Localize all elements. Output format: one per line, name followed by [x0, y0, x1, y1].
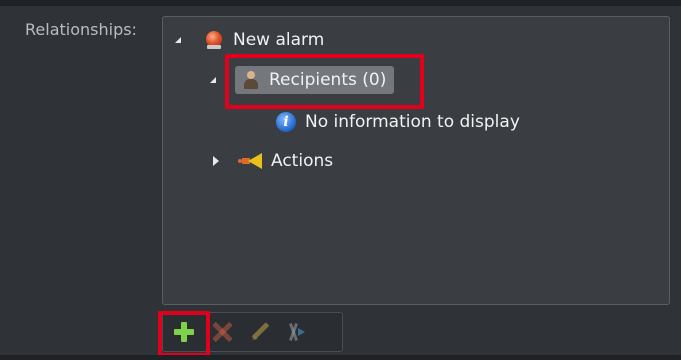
- relationships-label: Relationships:: [25, 20, 137, 39]
- tree-empty-message: i No information to display: [276, 108, 520, 136]
- tree-node-actions[interactable]: Actions: [213, 147, 333, 175]
- empty-message-label: No information to display: [305, 112, 520, 132]
- relationships-view: Relationships: New alarm Recipients (0) …: [0, 0, 681, 360]
- top-edge: [0, 0, 681, 6]
- bottom-edge: [0, 355, 681, 360]
- info-icon: i: [276, 112, 296, 132]
- delete-icon: [211, 321, 233, 343]
- add-button-highlight-frame: [158, 311, 210, 357]
- recipients-highlight-frame: [225, 54, 424, 109]
- tree-node-label: New alarm: [233, 30, 325, 50]
- tree-node-label: Actions: [271, 151, 334, 171]
- delete-button[interactable]: [205, 315, 239, 349]
- expand-triangle-icon[interactable]: [175, 37, 181, 43]
- actions-icon: [238, 151, 266, 171]
- edit-button[interactable]: [243, 315, 277, 349]
- unlink-icon: [286, 321, 310, 343]
- pencil-icon: [249, 321, 271, 343]
- tree-node-new-alarm[interactable]: New alarm: [175, 26, 324, 54]
- unlink-button[interactable]: [281, 315, 315, 349]
- alarm-icon: [204, 30, 224, 50]
- expand-triangle-icon[interactable]: [210, 77, 216, 83]
- collapse-triangle-icon[interactable]: [213, 156, 219, 166]
